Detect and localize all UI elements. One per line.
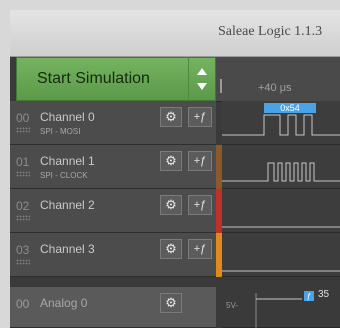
channel-name: Channel 2 <box>40 198 95 212</box>
panel-splitter[interactable] <box>220 79 222 93</box>
channel-number: 00 <box>16 297 30 311</box>
trigger-icon[interactable]: +ƒ <box>188 107 212 127</box>
channel-color-strip-2 <box>216 189 222 233</box>
drag-handle-icon[interactable] <box>16 259 30 265</box>
channel-subtitle: SPI - MOSI <box>40 127 81 136</box>
channel-color-strip-1 <box>216 145 222 189</box>
channel-color-strip-3 <box>216 233 222 277</box>
waveform-channel-1[interactable] <box>222 145 340 189</box>
channel-name: Channel 3 <box>40 242 95 256</box>
gear-icon[interactable]: ⚙ <box>160 239 182 259</box>
waveform-channel-2[interactable] <box>222 189 340 233</box>
channel-row-3[interactable]: 03 Channel 3 ⚙ +ƒ <box>10 233 216 277</box>
window-title: Saleae Logic 1.1.3 <box>218 24 323 39</box>
channel-number: 02 <box>16 199 30 213</box>
drag-handle-icon[interactable] <box>16 171 30 177</box>
channel-row-0[interactable]: 00 Channel 0 SPI - MOSI ⚙ +ƒ <box>10 101 216 145</box>
svg-text:ƒ: ƒ <box>307 292 311 301</box>
analog-axis-label: 5V- <box>226 301 239 310</box>
app-window: Saleae Logic 1.1.3 Start Simulation +40 … <box>10 10 340 328</box>
analog-measurement: 35 <box>318 289 330 300</box>
waveform-trace <box>222 162 340 182</box>
gear-icon[interactable]: ⚙ <box>160 107 182 127</box>
arrow-down-icon[interactable] <box>197 83 207 90</box>
trigger-icon[interactable]: +ƒ <box>188 151 212 171</box>
channel-number: 00 <box>16 111 30 125</box>
channel-number: 03 <box>16 243 30 257</box>
gear-icon[interactable]: ⚙ <box>160 195 182 215</box>
simulation-stepper[interactable] <box>188 57 216 101</box>
channel-name: Analog 0 <box>40 296 88 310</box>
start-simulation-button[interactable]: Start Simulation <box>16 57 194 101</box>
waveform-trace <box>222 226 340 228</box>
waveform-channel-3[interactable] <box>222 233 340 277</box>
waveform-channel-0[interactable]: 0x54 <box>222 101 340 145</box>
trigger-icon[interactable]: +ƒ <box>188 239 212 259</box>
channel-row-2[interactable]: 02 Channel 2 ⚙ +ƒ <box>10 189 216 233</box>
drag-handle-icon[interactable] <box>16 127 30 133</box>
channel-name: Channel 0 <box>40 110 95 124</box>
channel-row-1[interactable]: 01 Channel 1 SPI - CLOCK ⚙ +ƒ <box>10 145 216 189</box>
waveform-trace <box>222 114 340 136</box>
channel-subtitle: SPI - CLOCK <box>40 171 88 180</box>
arrow-up-icon[interactable] <box>197 68 207 75</box>
channel-name: Channel 1 <box>40 154 95 168</box>
channel-number: 01 <box>16 155 30 169</box>
waveform-trace <box>222 270 340 272</box>
trigger-icon[interactable]: +ƒ <box>188 195 212 215</box>
gear-icon[interactable]: ⚙ <box>160 151 182 171</box>
analog-channel-row-0[interactable]: 00 Analog 0 ⚙ <box>10 287 216 328</box>
timeline-header: +40 μs <box>216 57 340 102</box>
time-label: +40 μs <box>258 82 292 94</box>
waveform-analog-0[interactable]: ƒ 5V- 35 <box>222 287 340 328</box>
start-simulation-label: Start Simulation <box>37 70 150 87</box>
title-bar: Saleae Logic 1.1.3 <box>10 10 340 57</box>
gear-icon[interactable]: ⚙ <box>160 293 182 313</box>
drag-handle-icon[interactable] <box>16 215 30 221</box>
